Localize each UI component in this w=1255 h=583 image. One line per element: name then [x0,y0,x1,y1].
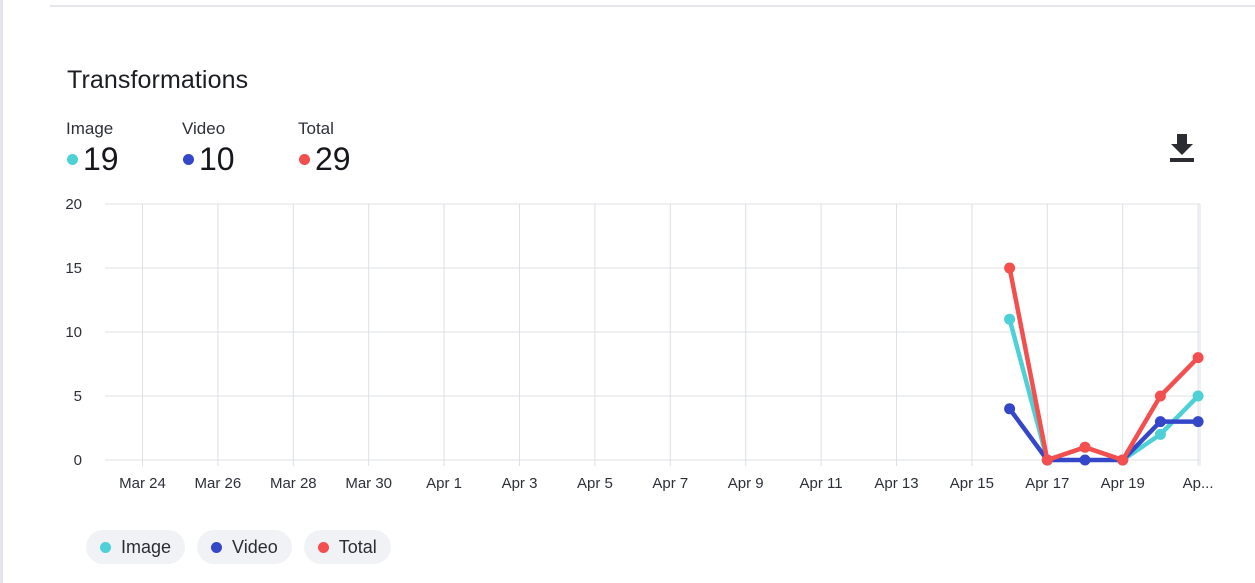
x-tick-label: Apr 19 [1101,475,1145,492]
download-icon [1170,134,1194,162]
stat-dot-total [299,153,310,165]
x-tick-label: Mar 26 [195,475,242,492]
legend-label-image: Image [121,536,172,557]
panel-top-divider [50,5,1255,7]
x-tick-label: Mar 30 [345,475,392,492]
x-tick-label: Apr 9 [728,475,764,492]
data-point-total [1154,390,1166,402]
y-tick-label: 0 [74,452,82,469]
stat-dot-video [183,153,194,165]
legend-toggle-video[interactable]: Video [197,530,292,564]
stat-total: Total 29 [298,119,351,176]
legend-dot-total [317,541,329,553]
data-point-total [1041,454,1053,466]
stat-dot-image [67,153,78,165]
stat-label-total: Total [298,119,334,138]
stat-value-image: 19 [83,141,119,177]
data-point-total [1117,454,1129,466]
legend-toggle-image[interactable]: Image [86,530,186,564]
y-tick-label: 10 [65,324,82,341]
x-tick-label: Apr 13 [874,475,918,492]
data-point-image [1154,428,1166,440]
stat-video: Video 10 [182,119,235,176]
y-tick-label: 15 [65,260,82,277]
stat-image: Image 19 [66,119,119,176]
legend-toggle-total[interactable]: Total [303,530,391,564]
data-point-image [1004,313,1016,325]
x-tick-label: Apr 1 [426,475,462,492]
x-tick-label: Ap... [1183,475,1214,492]
x-tick-label: Apr 3 [502,475,538,492]
line-chart: 0 5 10 15 20 Mar 24 Mar 26 Mar 28 Mar 30 Apr 1 Apr… [65,196,1214,492]
x-tick-label: Apr 11 [800,475,843,492]
x-tick-label: Apr 7 [652,475,688,492]
download-button[interactable] [1164,130,1200,166]
data-point-total [1079,441,1091,453]
x-tick-label: Mar 24 [119,475,166,492]
y-tick-label: 20 [65,196,82,213]
y-tick-label: 5 [74,388,82,405]
legend-label-video: Video [232,536,278,557]
legend-dot-video [211,541,223,553]
stat-label-video: Video [182,119,226,138]
legend-dot-image [100,541,111,553]
x-tick-label: Apr 15 [950,475,994,492]
x-tick-label: Apr 17 [1025,475,1069,492]
data-point-video [1192,416,1204,428]
x-tick-label: Mar 28 [270,475,317,492]
chart-legend: Image Video Total [86,530,391,564]
data-point-total [1004,262,1016,274]
data-point-video [1079,454,1091,466]
data-point-total [1192,352,1204,364]
card-title: Transformations [67,66,249,94]
data-point-video [1154,416,1166,428]
data-point-video [1004,403,1016,415]
legend-label-total: Total [338,536,377,557]
data-point-image [1192,390,1204,402]
stat-label-image: Image [66,119,114,138]
stat-value-video: 10 [199,141,235,177]
stat-value-total: 29 [315,141,351,177]
x-tick-label: Apr 5 [577,475,613,492]
